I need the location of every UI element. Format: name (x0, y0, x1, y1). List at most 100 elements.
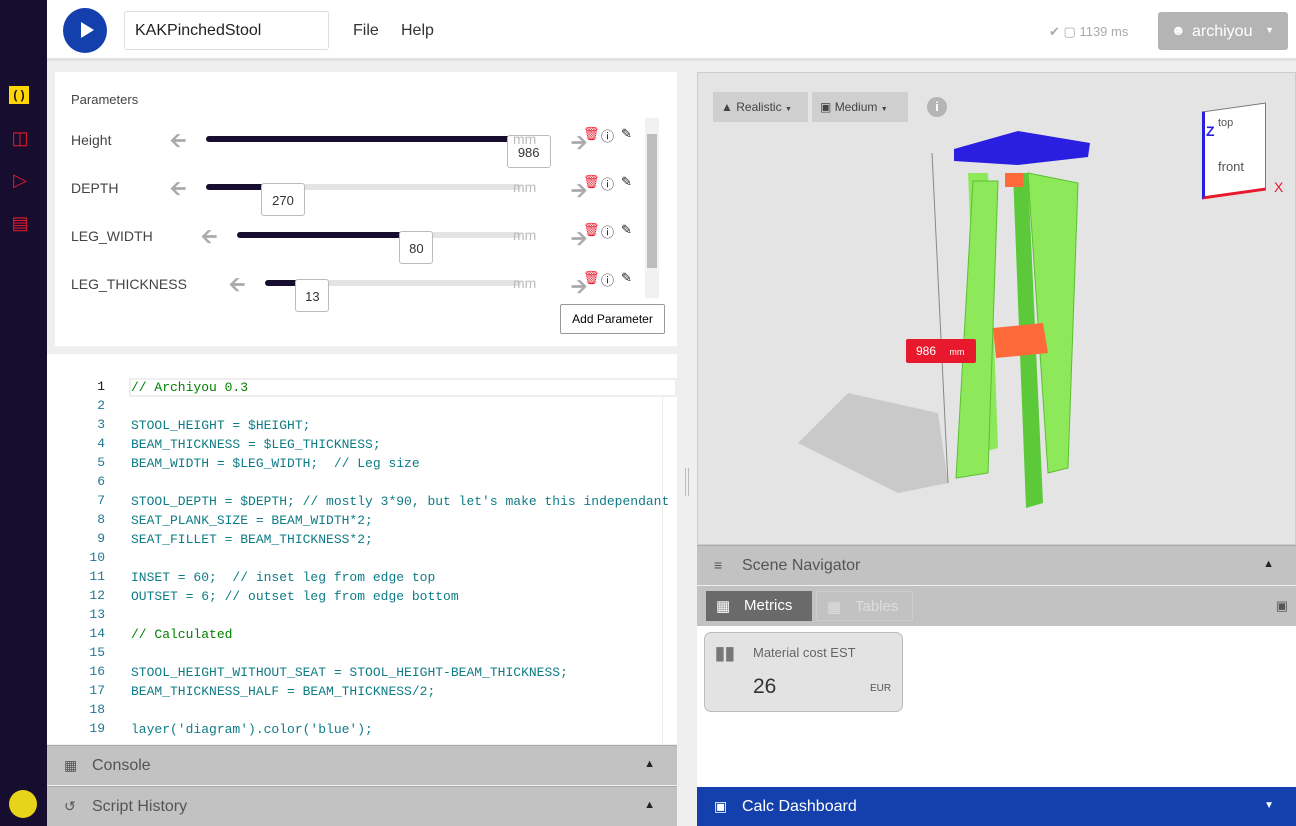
terminal-icon: ▦ (64, 757, 78, 773)
code-line[interactable]: 12 OUTSET = 6; // outset leg from edge bo… (47, 588, 662, 607)
parameter-slider[interactable]: 270 (206, 183, 521, 216)
code-line[interactable]: 3 STOOL_HEIGHT = $HEIGHT; (47, 417, 662, 436)
code-line[interactable]: 17 BEAM_THICKNESS_HALF = BEAM_THICKNESS/2… (47, 683, 662, 702)
line-number: 18 (89, 702, 105, 717)
line-number: 12 (89, 588, 105, 603)
tab-tables[interactable]: ▦ Tables (816, 591, 913, 621)
code-line[interactable]: 7 STOOL_DEPTH = $DEPTH; // mostly 3*90, b… (47, 493, 669, 512)
console-panel-header[interactable]: ▦ Console ▲ (47, 745, 677, 785)
code-text: // Calculated (131, 627, 233, 642)
parameter-value-input[interactable]: 80 (399, 231, 434, 264)
scene-navigator-header[interactable]: ≡ Scene Navigator ▲ (697, 545, 1296, 585)
presentation-icon[interactable]: ▷ (9, 170, 31, 190)
decrement-arrow-icon[interactable]: 🡨 (170, 174, 186, 208)
delete-icon[interactable]: 🗑 (583, 222, 600, 238)
code-line[interactable]: 14 // Calculated (47, 626, 662, 645)
parameter-label: LEG_WIDTH (71, 228, 153, 244)
delete-icon[interactable]: 🗑 (583, 174, 600, 190)
decrement-arrow-icon[interactable]: 🡨 (201, 222, 217, 256)
script-history-panel-header[interactable]: ↺ Script History ▲ (47, 786, 677, 826)
parameter-slider[interactable]: 13 (265, 279, 521, 312)
layout-icon[interactable]: ◫ (9, 128, 31, 148)
code-line[interactable]: 13 (47, 607, 662, 626)
user-menu-button[interactable]: ☻ archiyou ▼ (1158, 12, 1288, 50)
bar-chart-icon: ▮▮ (715, 643, 735, 663)
info-icon[interactable]: ⓘ (601, 222, 614, 241)
code-line[interactable]: 5 BEAM_WIDTH = $LEG_WIDTH; // Leg size (47, 455, 662, 474)
line-number: 13 (89, 607, 105, 622)
header: File Help ✔ ▢ 1139 ms ☻ archiyou ▼ (47, 0, 1296, 61)
parameters-icon[interactable]: ( ) (9, 86, 29, 104)
metric-unit: EUR (870, 683, 892, 694)
editor-scrollbar[interactable] (662, 397, 677, 744)
parameters-panel: Parameters Height 🡨 986 mm 🡪 🗑 ⓘ ✎ DEPTH … (55, 72, 677, 346)
check-icon: ✔ (1049, 24, 1060, 39)
tab-tables-label: Tables (855, 598, 899, 615)
code-line[interactable]: 19 layer('diagram').color('blue'); (47, 721, 662, 740)
cube-front-label: front (1218, 159, 1245, 174)
edit-pencil-icon[interactable]: ✎ (621, 222, 632, 238)
parameter-unit: mm (513, 179, 537, 195)
info-icon[interactable]: ⓘ (601, 174, 614, 193)
seat (954, 131, 1090, 165)
edit-pencil-icon[interactable]: ✎ (621, 126, 632, 142)
split-handle[interactable] (685, 468, 689, 496)
slider-fill (206, 136, 515, 142)
code-line[interactable]: 15 (47, 645, 662, 664)
cube-top-label: top (1218, 117, 1234, 129)
parameter-slider[interactable]: 80 (237, 231, 521, 264)
calc-dashboard-label: Calc Dashboard (742, 798, 857, 815)
line-number: 19 (89, 721, 105, 736)
code-line[interactable]: 6 (47, 474, 662, 493)
menu-help[interactable]: Help (401, 22, 434, 40)
view-cube[interactable]: Z top front X (1202, 102, 1283, 200)
calc-dashboard-header[interactable]: ▣ Calc Dashboard ▼ (697, 787, 1296, 826)
code-text: SEAT_PLANK_SIZE = BEAM_WIDTH*2; (131, 513, 373, 528)
code-line[interactable]: 18 (47, 702, 662, 721)
parameter-row: DEPTH 🡨 270 mm 🡪 🗑 ⓘ ✎ (71, 172, 671, 216)
delete-icon[interactable]: 🗑 (583, 126, 600, 142)
script-title-input[interactable] (124, 11, 329, 50)
code-text: STOOL_HEIGHT_WITHOUT_SEAT = STOOL_HEIGHT… (131, 665, 568, 680)
code-line[interactable]: 8 SEAT_PLANK_SIZE = BEAM_WIDTH*2; (47, 512, 662, 531)
code-line[interactable]: 4 BEAM_THICKNESS = $LEG_THICKNESS; (47, 436, 662, 455)
add-parameter-button[interactable]: Add Parameter (560, 304, 665, 334)
code-line[interactable]: 2 (47, 398, 662, 417)
user-icon: ☻ (1171, 22, 1186, 38)
3d-viewport[interactable]: ▲ Realistic ▼ ▣ Medium ▼ i 986 mm Z top … (697, 72, 1296, 545)
run-button[interactable] (63, 8, 107, 53)
code-line[interactable]: 9 SEAT_FILLET = BEAM_THICKNESS*2; (47, 531, 662, 550)
code-line[interactable]: 11 INSET = 60; // inset leg from edge top (47, 569, 662, 588)
decrement-arrow-icon[interactable]: 🡨 (170, 126, 186, 160)
decrement-arrow-icon[interactable]: 🡨 (229, 270, 245, 304)
code-line[interactable]: 16 STOOL_HEIGHT_WITHOUT_SEAT = STOOL_HEIG… (47, 664, 662, 683)
dashboard-icon: ▦ (716, 598, 731, 615)
edit-pencil-icon[interactable]: ✎ (621, 270, 632, 286)
tab-metrics[interactable]: ▦ Metrics (706, 591, 812, 621)
parameter-value-input[interactable]: 270 (261, 183, 305, 216)
export-file-icon[interactable]: ▣ (1276, 598, 1288, 614)
parameter-value-input[interactable]: 13 (295, 279, 330, 312)
code-text: BEAM_THICKNESS_HALF = BEAM_THICKNESS/2; (131, 684, 436, 699)
info-icon[interactable]: ⓘ (601, 270, 614, 289)
caret-up-icon: ▲ (644, 758, 655, 770)
code-line[interactable]: 1 // Archiyou 0.3 (47, 379, 662, 398)
menu-file[interactable]: File (353, 22, 379, 40)
script-history-label: Script History (92, 798, 188, 815)
info-icon[interactable]: ⓘ (601, 126, 614, 145)
code-line[interactable]: 10 (47, 550, 662, 569)
code-text: // Archiyou 0.3 (131, 380, 249, 395)
parameter-row: LEG_WIDTH 🡨 80 mm 🡪 🗑 ⓘ ✎ (71, 220, 671, 264)
parameters-scrollbar[interactable] (645, 118, 659, 298)
code-editor[interactable]: 1 // Archiyou 0.3 2 3 STOOL_HEIGHT = $HEIGHT… (47, 354, 677, 744)
line-number: 7 (97, 493, 105, 508)
tree-icon: ≡ (714, 557, 723, 573)
brace (993, 323, 1048, 358)
axis-x-label: X (1274, 179, 1284, 195)
render-status: ✔ ▢ 1139 ms (1049, 24, 1128, 40)
edit-pencil-icon[interactable]: ✎ (621, 174, 632, 190)
library-icon[interactable]: ▤ (9, 213, 31, 233)
delete-icon[interactable]: 🗑 (583, 270, 600, 286)
parameter-slider[interactable]: 986 (206, 135, 551, 168)
avatar-icon[interactable] (9, 790, 37, 818)
